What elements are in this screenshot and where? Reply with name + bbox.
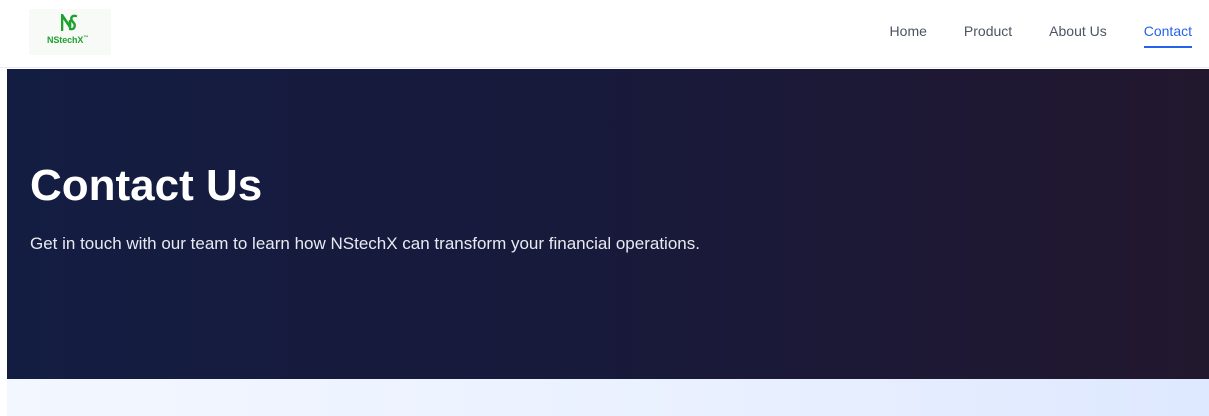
logo-wordmark: NStechX™ [47,35,89,45]
brand-logo[interactable]: NStechX™ [29,9,111,55]
main-navigation: Home Product About Us Contact [890,22,1192,48]
nav-home-link[interactable]: Home [890,22,927,48]
page-title: Contact Us [30,161,263,210]
hero-subtitle: Get in touch with our team to learn how … [30,234,700,253]
nav-product-link[interactable]: Product [964,22,1012,48]
contact-hero: Contact Us Get in touch with our team to… [7,69,1209,379]
site-header: NStechX™ Home Product About Us Contact [0,0,1209,68]
nav-about-us-link[interactable]: About Us [1049,22,1107,48]
nav-contact-link[interactable]: Contact [1143,22,1192,48]
nstechx-logo-icon [61,14,78,31]
trademark-symbol: ™ [83,35,89,41]
contact-content-section [7,379,1209,416]
